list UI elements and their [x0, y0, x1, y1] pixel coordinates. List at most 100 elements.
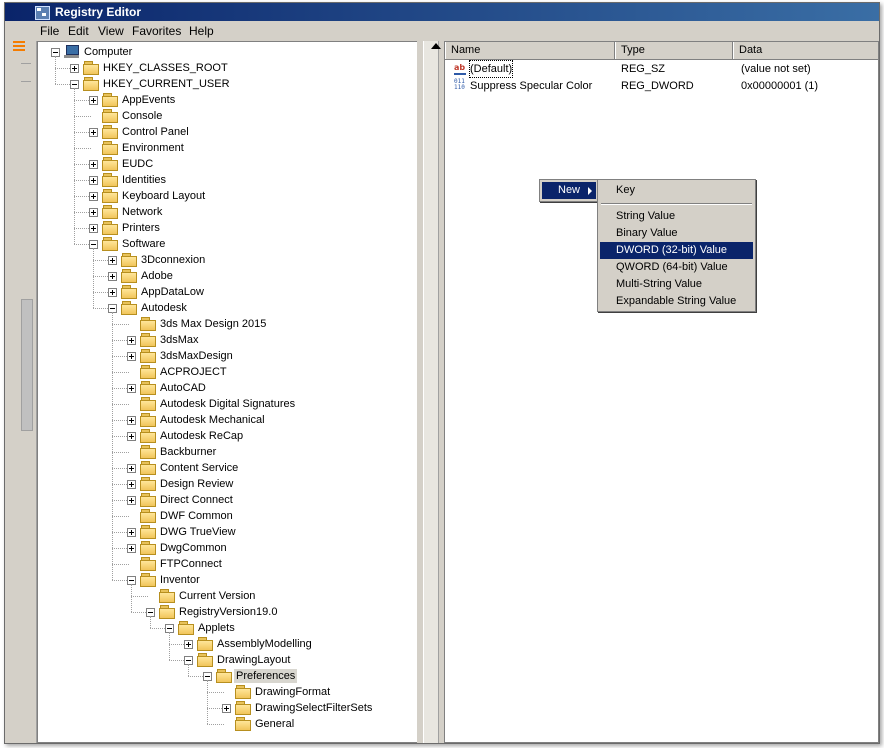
tree-node[interactable]: Autodesk [38, 300, 415, 316]
tree-node[interactable]: Identities [38, 172, 415, 188]
tree-node[interactable]: 3Dconnexion [38, 252, 415, 268]
expand-plus-icon[interactable] [127, 352, 136, 361]
tree-node[interactable]: 3dsMaxDesign [38, 348, 415, 364]
tree-node[interactable]: Printers [38, 220, 415, 236]
key-tree-pane[interactable]: Computer HKEY_CLASSES_ROOT HKEY_CURRENT_US… [37, 41, 418, 743]
tree-node[interactable]: Environment [38, 140, 415, 156]
values-header: Name Type Data [445, 42, 879, 60]
menu-edit[interactable]: Edit [68, 24, 89, 38]
tree-node[interactable]: Backburner [38, 444, 415, 460]
tree-node-label: Control Panel [122, 126, 189, 138]
menu-file[interactable]: File [40, 24, 59, 38]
tree-node[interactable]: Network [38, 204, 415, 220]
tree-node[interactable]: Keyboard Layout [38, 188, 415, 204]
tree-node[interactable]: AppEvents [38, 92, 415, 108]
menu-help[interactable]: Help [189, 24, 214, 38]
expand-plus-icon[interactable] [89, 176, 98, 185]
expand-plus-icon[interactable] [127, 544, 136, 553]
folder-icon [140, 573, 156, 587]
tree-node[interactable]: HKEY_CURRENT_USER [38, 76, 415, 92]
expand-plus-icon[interactable] [127, 496, 136, 505]
tree-node[interactable]: HKEY_CLASSES_ROOT [38, 60, 415, 76]
submenu-item-multi-string-value[interactable]: Multi-String Value [600, 276, 753, 293]
tree-node[interactable]: DWG TrueView [38, 524, 415, 540]
tree-node[interactable]: DWF Common [38, 508, 415, 524]
tree-node[interactable]: General [38, 716, 415, 732]
tree-guide-line [55, 56, 56, 84]
menu-view[interactable]: View [98, 24, 124, 38]
tree-node[interactable]: Control Panel [38, 124, 415, 140]
tree-node[interactable]: FTPConnect [38, 556, 415, 572]
menu-item-new[interactable]: New [542, 182, 596, 199]
tree-node[interactable]: Autodesk Mechanical [38, 412, 415, 428]
value-row[interactable]: 011 110 Suppress Specular Color REG_DWORD… [445, 78, 875, 94]
tree-node[interactable]: AssemblyModelling [38, 636, 415, 652]
submenu-item-key[interactable]: Key [600, 182, 753, 199]
expand-plus-icon[interactable] [89, 96, 98, 105]
tree-node[interactable]: DrawingSelectFilterSets [38, 700, 415, 716]
expand-plus-icon[interactable] [222, 704, 231, 713]
tree-node-label: Autodesk Digital Signatures [160, 398, 296, 410]
context-menu: New [539, 179, 599, 202]
hamburger-icon[interactable] [13, 41, 25, 53]
tree-node[interactable]: ACPROJECT [38, 364, 415, 380]
submenu-item-qword-value[interactable]: QWORD (64-bit) Value [600, 259, 753, 276]
tree-node[interactable]: Autodesk Digital Signatures [38, 396, 415, 412]
column-data[interactable]: Data [733, 42, 879, 59]
folder-icon [121, 269, 137, 283]
scroll-up-icon[interactable] [431, 43, 441, 49]
tree-node[interactable]: 3ds Max Design 2015 [38, 316, 415, 332]
expand-plus-icon[interactable] [108, 288, 117, 297]
tree-node[interactable]: EUDC [38, 156, 415, 172]
tree-scrollbar[interactable] [423, 41, 441, 743]
submenu-item-string-value[interactable]: String Value [600, 208, 753, 225]
expand-plus-icon[interactable] [108, 256, 117, 265]
expand-plus-icon[interactable] [127, 384, 136, 393]
expand-plus-icon[interactable] [108, 272, 117, 281]
pane-splitter[interactable] [417, 41, 443, 743]
column-name[interactable]: Name [445, 42, 615, 59]
submenu-item-binary-value[interactable]: Binary Value [600, 225, 753, 242]
value-row[interactable]: ab (Default) REG_SZ (value not set) [445, 60, 875, 78]
tree-node[interactable]: RegistryVersion19.0 [38, 604, 415, 620]
submenu-item-dword-value[interactable]: DWORD (32-bit) Value [600, 242, 753, 259]
column-type[interactable]: Type [615, 42, 733, 59]
tree-node[interactable]: AutoCAD [38, 380, 415, 396]
tree-node[interactable]: Software [38, 236, 415, 252]
expand-plus-icon[interactable] [127, 416, 136, 425]
tree-node[interactable]: DrawingFormat [38, 684, 415, 700]
expand-plus-icon[interactable] [184, 640, 193, 649]
tree-node[interactable]: Inventor [38, 572, 415, 588]
tree-node[interactable]: Adobe [38, 268, 415, 284]
tree-node[interactable]: Applets [38, 620, 415, 636]
expand-plus-icon[interactable] [127, 480, 136, 489]
tree-node[interactable]: Preferences [38, 668, 415, 684]
value-name: (Default) [468, 60, 514, 78]
tree-node[interactable]: Current Version [38, 588, 415, 604]
expand-plus-icon[interactable] [127, 336, 136, 345]
submenu-item-expandable-string-value[interactable]: Expandable String Value [600, 293, 753, 310]
expand-plus-icon[interactable] [127, 464, 136, 473]
tree-node[interactable]: 3dsMax [38, 332, 415, 348]
tree-node[interactable]: Console [38, 108, 415, 124]
left-scroll-thumb[interactable] [21, 299, 33, 431]
expand-plus-icon[interactable] [89, 208, 98, 217]
expand-plus-icon[interactable] [89, 160, 98, 169]
tree-node[interactable]: Direct Connect [38, 492, 415, 508]
tree-node-label: Computer [84, 46, 133, 58]
expand-plus-icon[interactable] [89, 224, 98, 233]
tree-node[interactable]: AppDataLow [38, 284, 415, 300]
menu-favorites[interactable]: Favorites [132, 24, 181, 38]
expand-plus-icon[interactable] [70, 64, 79, 73]
tree-node[interactable]: DrawingLayout [38, 652, 415, 668]
tree-node[interactable]: Design Review [38, 476, 415, 492]
values-pane[interactable]: Name Type Data ab (Default) REG_SZ (valu… [444, 41, 879, 743]
tree-node[interactable]: Content Service [38, 460, 415, 476]
expand-plus-icon[interactable] [127, 432, 136, 441]
tree-node[interactable]: DwgCommon [38, 540, 415, 556]
expand-plus-icon[interactable] [89, 128, 98, 137]
expand-plus-icon[interactable] [89, 192, 98, 201]
tree-node[interactable]: Autodesk ReCap [38, 428, 415, 444]
tree-node[interactable]: Computer [38, 44, 415, 60]
expand-plus-icon[interactable] [127, 528, 136, 537]
